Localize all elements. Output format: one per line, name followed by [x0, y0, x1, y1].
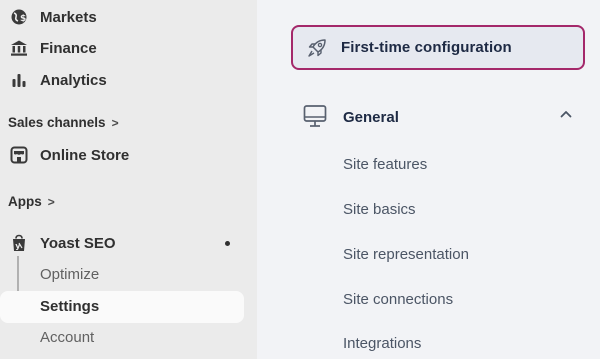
rocket-icon — [306, 37, 328, 59]
store-icon — [10, 146, 28, 164]
sidebar-subitem-label: Settings — [40, 298, 100, 315]
apps-header[interactable]: Apps > — [8, 194, 55, 209]
sidebar-item-yoast-seo[interactable]: y Yoast SEO — [0, 227, 244, 259]
sidebar-item-label: Finance — [40, 39, 97, 57]
apps-label: Apps — [8, 194, 42, 209]
general-section-label: General — [343, 109, 399, 126]
sidebar-subitem-optimize[interactable]: Optimize — [0, 259, 244, 291]
sidebar-item-online-store[interactable]: Online Store — [0, 139, 244, 171]
sidebar-item-markets[interactable]: $ Markets — [0, 1, 244, 33]
yoast-bag-icon: y — [10, 234, 28, 252]
sidebar-item-analytics[interactable]: Analytics — [0, 64, 244, 96]
bank-icon — [10, 39, 28, 57]
link-site-connections[interactable]: Site connections — [343, 291, 453, 308]
chevron-right-icon: > — [111, 115, 119, 130]
chevron-up-icon — [559, 107, 573, 121]
link-site-representation[interactable]: Site representation — [343, 246, 469, 263]
general-section-toggle[interactable]: General — [303, 104, 573, 132]
sidebar-item-finance[interactable]: Finance — [0, 32, 244, 64]
sidebar-subitem-account[interactable]: Account — [0, 322, 244, 354]
sidebar-subitem-label: Optimize — [40, 266, 100, 283]
link-site-basics[interactable]: Site basics — [343, 201, 416, 218]
svg-text:$: $ — [20, 14, 26, 24]
settings-nav-panel: First-time configuration General Site fe… — [257, 0, 600, 359]
sidebar-item-label: Online Store — [40, 146, 130, 164]
link-site-features[interactable]: Site features — [343, 156, 427, 173]
chevron-right-icon: > — [47, 194, 55, 209]
sidebar-item-label: Markets — [40, 8, 97, 26]
link-integrations[interactable]: Integrations — [343, 335, 421, 352]
notification-dot — [225, 241, 230, 246]
sidebar-item-label: Analytics — [40, 71, 107, 89]
sidebar-subitem-label: Account — [40, 329, 95, 346]
globe-dollar-icon: $ — [10, 8, 28, 26]
monitor-icon — [303, 104, 327, 128]
sales-channels-label: Sales channels — [8, 115, 106, 130]
sidebar-item-label: Yoast SEO — [40, 234, 116, 252]
sidebar-subitem-settings[interactable]: Settings — [0, 291, 244, 323]
bar-chart-icon — [10, 71, 28, 89]
first-time-configuration-button[interactable]: First-time configuration — [291, 25, 585, 70]
sidebar: $ Markets Finance Analytics Sales channe… — [0, 0, 257, 359]
sales-channels-header[interactable]: Sales channels > — [8, 115, 119, 130]
first-time-configuration-label: First-time configuration — [341, 39, 512, 56]
